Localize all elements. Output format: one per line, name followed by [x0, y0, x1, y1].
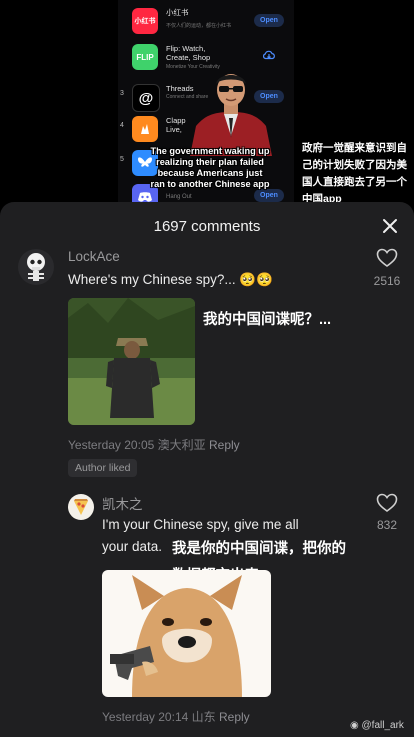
- heart-icon[interactable]: [376, 493, 398, 513]
- comment-meta: Yesterday 20:14 山东 Reply: [102, 708, 250, 725]
- heart-icon[interactable]: [376, 248, 398, 268]
- reply-button[interactable]: Reply: [209, 438, 240, 452]
- open-button[interactable]: Open: [254, 14, 284, 27]
- comment-image[interactable]: [68, 298, 195, 425]
- weibo-icon: ◉: [350, 720, 359, 731]
- comment-text: Where's my Chinese spy?... 🥺🥺: [68, 272, 274, 287]
- comment-username[interactable]: LockAce: [68, 249, 120, 264]
- emoji: 🥺🥺: [239, 272, 274, 287]
- comments-sheet: 1697 comments LockAce Where's my Chinese…: [0, 202, 414, 737]
- video-caption-chinese: 政府一觉醒来意识到自己的计划失败了因为美国人直接跑去了另一个中国app: [302, 142, 407, 205]
- avatar[interactable]: [18, 249, 54, 285]
- image-caption-chinese: 我的中国间谍呢？...: [203, 312, 332, 328]
- rank-number: 3: [120, 90, 124, 97]
- clapper-icon: [132, 116, 158, 142]
- app-subtitle: Hang Out: [166, 194, 192, 200]
- comment-username[interactable]: 凯木之: [102, 493, 143, 513]
- app-name: Clapp Live,: [166, 116, 186, 134]
- location: 澳大利亚: [157, 438, 206, 452]
- threads-icon: @: [132, 84, 160, 112]
- location: 山东: [191, 710, 216, 724]
- rank-number: 5: [120, 156, 124, 163]
- avatar[interactable]: [68, 494, 94, 520]
- like-count: 832: [376, 518, 398, 532]
- meme-person-image: [190, 74, 272, 156]
- download-cloud-icon[interactable]: [262, 49, 276, 64]
- comment-meta: Yesterday 20:05 澳大利亚 Reply: [68, 436, 240, 453]
- rank-number: 4: [120, 122, 124, 129]
- close-icon[interactable]: [380, 216, 400, 236]
- video-caption-english: The government waking up realizing their…: [150, 146, 270, 189]
- flip-icon: FLIP: [132, 44, 158, 70]
- pizza-avatar-icon: [74, 499, 88, 515]
- open-button[interactable]: Open: [254, 189, 284, 202]
- skeleton-avatar-icon: [27, 253, 45, 281]
- timestamp: Yesterday 20:05: [68, 438, 155, 452]
- timestamp: Yesterday 20:14: [102, 710, 189, 724]
- watermark: ◉ @fall_ark: [350, 720, 404, 731]
- xiaohongshu-icon: 小红书: [132, 8, 158, 34]
- app-name: 小红书: [166, 8, 189, 17]
- like-count: 2516: [373, 274, 401, 288]
- app-row-xiaohongshu: 小红书 小红书 不仅人们的运动，都在小红书 Open: [118, 4, 294, 36]
- app-name: Flip: Watch, Create, Shop: [166, 44, 211, 62]
- reply-button[interactable]: Reply: [219, 710, 250, 724]
- video-frame[interactable]: 小红书 小红书 不仅人们的运动，都在小红书 Open FLIP Flip: Wa…: [0, 0, 414, 212]
- comments-count-title: 1697 comments: [153, 218, 261, 235]
- author-liked-badge: Author liked: [68, 459, 138, 477]
- app-subtitle: 不仅人们的运动，都在小红书: [166, 23, 232, 29]
- comment-image[interactable]: [102, 570, 271, 697]
